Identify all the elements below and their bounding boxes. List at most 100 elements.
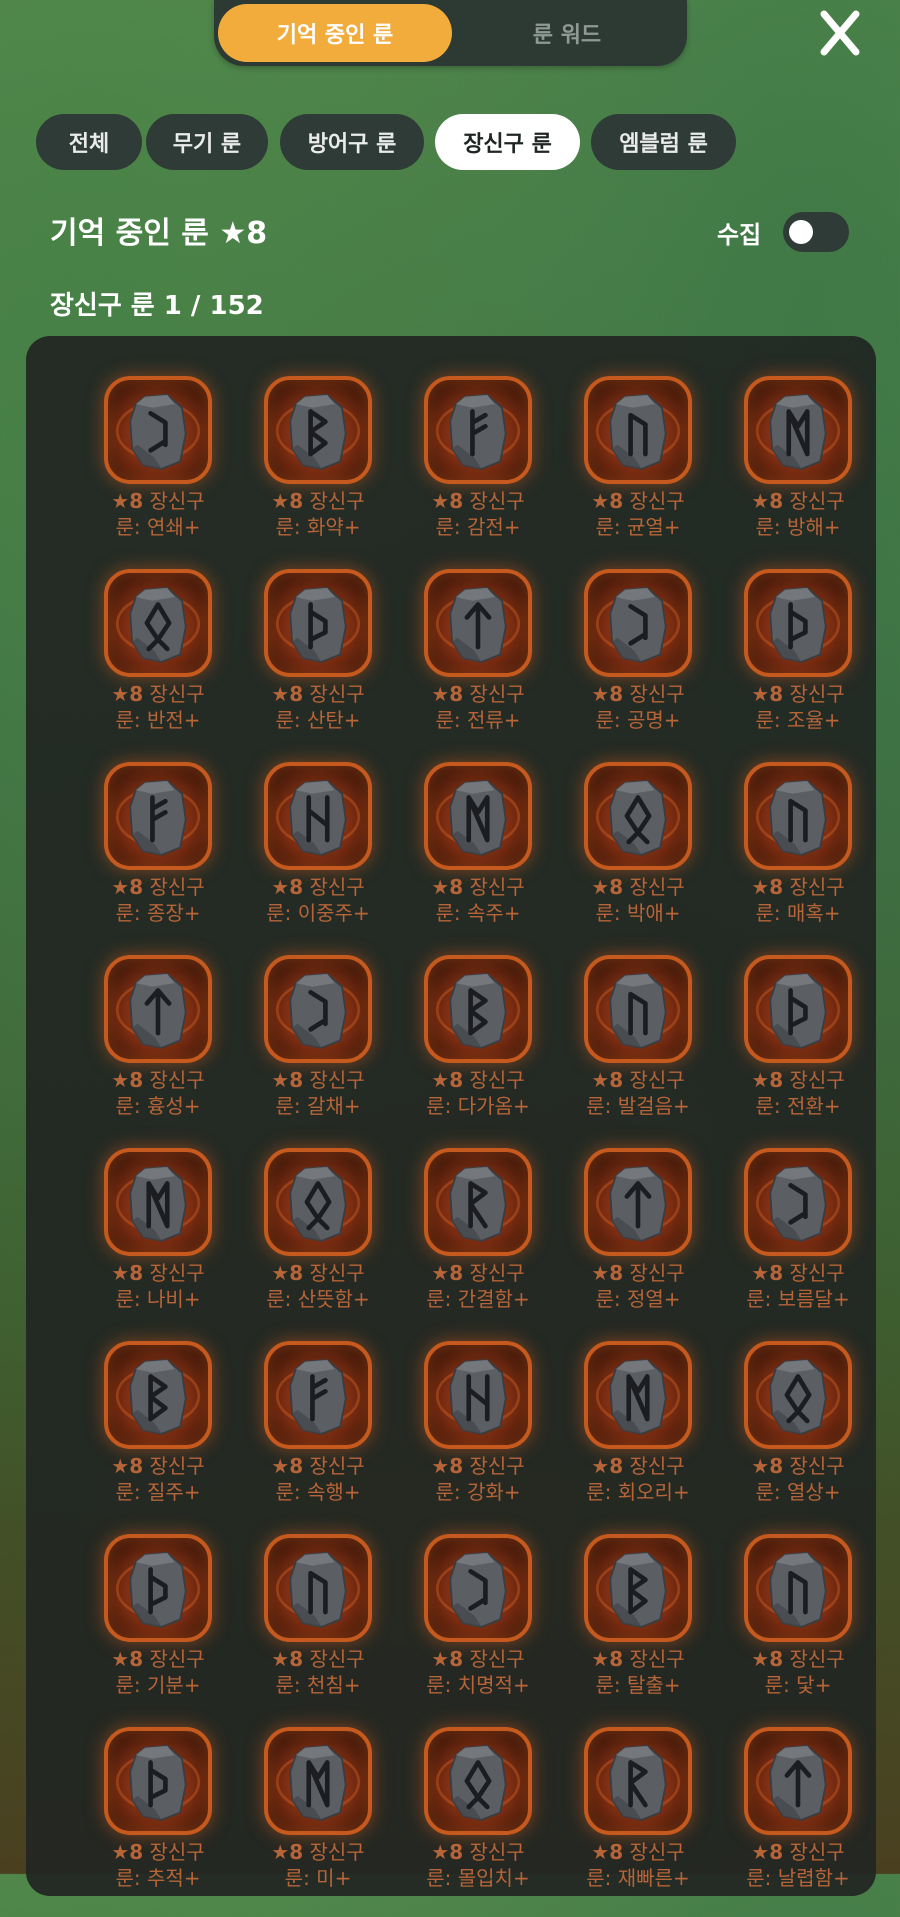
rune-type: 장신구 — [463, 682, 525, 706]
tab-remembered-runes[interactable]: 기억 중인 룬 — [218, 4, 452, 62]
rune-card[interactable]: ★8 장신구 룬: 다가옴+ — [402, 955, 562, 1145]
rune-stone-icon — [744, 1341, 852, 1449]
rune-type: 장신구 — [303, 1647, 365, 1671]
rune-card[interactable]: ★8 장신구 룬: 간결함+ — [402, 1148, 562, 1338]
rune-card[interactable]: ★8 장신구 룬: 닻+ — [722, 1534, 882, 1724]
rune-stone-icon — [424, 955, 532, 1063]
rune-card[interactable]: ★8 장신구 룬: 보름달+ — [722, 1148, 882, 1338]
rune-name: 룬: 박애+ — [595, 901, 681, 925]
rune-label: ★8 장신구 룬: 속행+ — [242, 1453, 394, 1505]
collect-label: 수집 — [717, 221, 762, 249]
rune-rank-type: ★8 장신구 — [82, 1646, 234, 1672]
tab-rune-words[interactable]: 룬 워드 — [450, 4, 684, 62]
rune-card[interactable]: ★8 장신구 룬: 전환+ — [722, 955, 882, 1145]
rune-type: 장신구 — [463, 1840, 525, 1864]
rune-card[interactable]: ★8 장신구 룬: 화약+ — [242, 376, 402, 566]
rune-card[interactable]: ★8 장신구 룬: 속행+ — [242, 1341, 402, 1531]
rune-name: 룬: 속주+ — [435, 901, 521, 925]
rune-type: 장신구 — [303, 875, 365, 899]
rune-rank-type: ★8 장신구 — [402, 1067, 554, 1093]
rune-name: 룬: 질주+ — [115, 1480, 201, 1504]
rune-card[interactable]: ★8 장신구 룬: 탈출+ — [562, 1534, 722, 1724]
rune-card[interactable]: ★8 장신구 룬: 종장+ — [82, 762, 242, 952]
rune-type: 장신구 — [783, 1068, 845, 1092]
rune-card[interactable]: ★8 장신구 룬: 회오리+ — [562, 1341, 722, 1531]
rune-rank-type: ★8 장신구 — [562, 1067, 714, 1093]
rune-card[interactable]: ★8 장신구 룬: 추적+ — [82, 1727, 242, 1917]
rune-stone-icon — [744, 762, 852, 870]
rune-card[interactable]: ★8 장신구 룬: 속주+ — [402, 762, 562, 952]
rune-label: ★8 장신구 룬: 추적+ — [82, 1839, 234, 1891]
rune-card[interactable]: ★8 장신구 룬: 나비+ — [82, 1148, 242, 1338]
rune-card[interactable]: ★8 장신구 룬: 미+ — [242, 1727, 402, 1917]
rune-name: 룬: 미+ — [284, 1866, 352, 1890]
rune-label: ★8 장신구 룬: 산뜻함+ — [242, 1260, 394, 1312]
rune-card[interactable]: ★8 장신구 룬: 박애+ — [562, 762, 722, 952]
rune-card[interactable]: ★8 장신구 룬: 매혹+ — [722, 762, 882, 952]
rune-card[interactable]: ★8 장신구 룬: 날렵함+ — [722, 1727, 882, 1917]
rune-type: 장신구 — [783, 1261, 845, 1285]
rune-rank-type: ★8 장신구 — [242, 488, 394, 514]
rune-stone-icon — [264, 1727, 372, 1835]
rune-name: 룬: 감전+ — [435, 515, 521, 539]
rune-label: ★8 장신구 룬: 조율+ — [722, 681, 874, 733]
rune-name: 룬: 회오리+ — [586, 1480, 690, 1504]
rune-card[interactable]: ★8 장신구 룬: 감전+ — [402, 376, 562, 566]
rune-label: ★8 장신구 룬: 반전+ — [82, 681, 234, 733]
rune-card[interactable]: ★8 장신구 룬: 열상+ — [722, 1341, 882, 1531]
rune-card[interactable]: ★8 장신구 룬: 질주+ — [82, 1341, 242, 1531]
rune-card[interactable]: ★8 장신구 룬: 재빠른+ — [562, 1727, 722, 1917]
rune-type: 장신구 — [303, 1454, 365, 1478]
rune-stone-icon — [584, 1148, 692, 1256]
rune-star-rank: ★8 — [431, 682, 464, 706]
rune-type: 장신구 — [623, 1840, 685, 1864]
rune-name: 룬: 속행+ — [275, 1480, 361, 1504]
rune-rank-type: ★8 장신구 — [82, 1453, 234, 1479]
rune-card[interactable]: ★8 장신구 룬: 흉성+ — [82, 955, 242, 1145]
rune-type: 장신구 — [463, 489, 525, 513]
rune-rank-type: ★8 장신구 — [722, 681, 874, 707]
rune-rank-type: ★8 장신구 — [82, 874, 234, 900]
rune-card[interactable]: ★8 장신구 룬: 기분+ — [82, 1534, 242, 1724]
rune-card[interactable]: ★8 장신구 룬: 방해+ — [722, 376, 882, 566]
rune-type: 장신구 — [143, 1261, 205, 1285]
rune-rank-type: ★8 장신구 — [562, 1453, 714, 1479]
filter-accessory-runes[interactable]: 장신구 룬 — [435, 114, 580, 170]
rune-card[interactable]: ★8 장신구 룬: 연쇄+ — [82, 376, 242, 566]
rune-star-rank: ★8 — [751, 682, 784, 706]
rune-card[interactable]: ★8 장신구 룬: 산뜻함+ — [242, 1148, 402, 1338]
rune-rank-type: ★8 장신구 — [562, 1839, 714, 1865]
rune-card[interactable]: ★8 장신구 룬: 이중주+ — [242, 762, 402, 952]
rune-card[interactable]: ★8 장신구 룬: 공명+ — [562, 569, 722, 759]
rune-type: 장신구 — [783, 875, 845, 899]
rune-card[interactable]: ★8 장신구 룬: 강화+ — [402, 1341, 562, 1531]
rune-card[interactable]: ★8 장신구 룬: 몰입치+ — [402, 1727, 562, 1917]
rune-star-rank: ★8 — [431, 1261, 464, 1285]
filter-emblem-runes[interactable]: 엠블럼 룬 — [591, 114, 736, 170]
rune-label: ★8 장신구 룬: 박애+ — [562, 874, 714, 926]
filter-weapon-runes[interactable]: 무기 룬 — [146, 114, 268, 170]
rune-rank-type: ★8 장신구 — [82, 1839, 234, 1865]
rune-card[interactable]: ★8 장신구 룬: 치명적+ — [402, 1534, 562, 1724]
rune-card[interactable]: ★8 장신구 룬: 반전+ — [82, 569, 242, 759]
rune-card[interactable]: ★8 장신구 룬: 갈채+ — [242, 955, 402, 1145]
rune-card[interactable]: ★8 장신구 룬: 발걸음+ — [562, 955, 722, 1145]
collect-toggle[interactable] — [783, 212, 849, 252]
filter-all[interactable]: 전체 — [36, 114, 142, 170]
rune-card[interactable]: ★8 장신구 룬: 균열+ — [562, 376, 722, 566]
rune-type: 장신구 — [783, 1454, 845, 1478]
rune-card[interactable]: ★8 장신구 룬: 천침+ — [242, 1534, 402, 1724]
rune-star-rank: ★8 — [751, 1454, 784, 1478]
rune-card[interactable]: ★8 장신구 룬: 조율+ — [722, 569, 882, 759]
rune-card[interactable]: ★8 장신구 룬: 전류+ — [402, 569, 562, 759]
rune-name: 룬: 방해+ — [755, 515, 841, 539]
rune-rank-type: ★8 장신구 — [402, 488, 554, 514]
filter-armor-runes[interactable]: 방어구 룬 — [280, 114, 424, 170]
rune-star-rank: ★8 — [591, 489, 624, 513]
rune-card[interactable]: ★8 장신구 룬: 정열+ — [562, 1148, 722, 1338]
rune-label: ★8 장신구 룬: 발걸음+ — [562, 1067, 714, 1119]
rune-card[interactable]: ★8 장신구 룬: 산탄+ — [242, 569, 402, 759]
rune-type: 장신구 — [303, 682, 365, 706]
close-icon[interactable] — [810, 8, 870, 58]
rune-label: ★8 장신구 룬: 종장+ — [82, 874, 234, 926]
